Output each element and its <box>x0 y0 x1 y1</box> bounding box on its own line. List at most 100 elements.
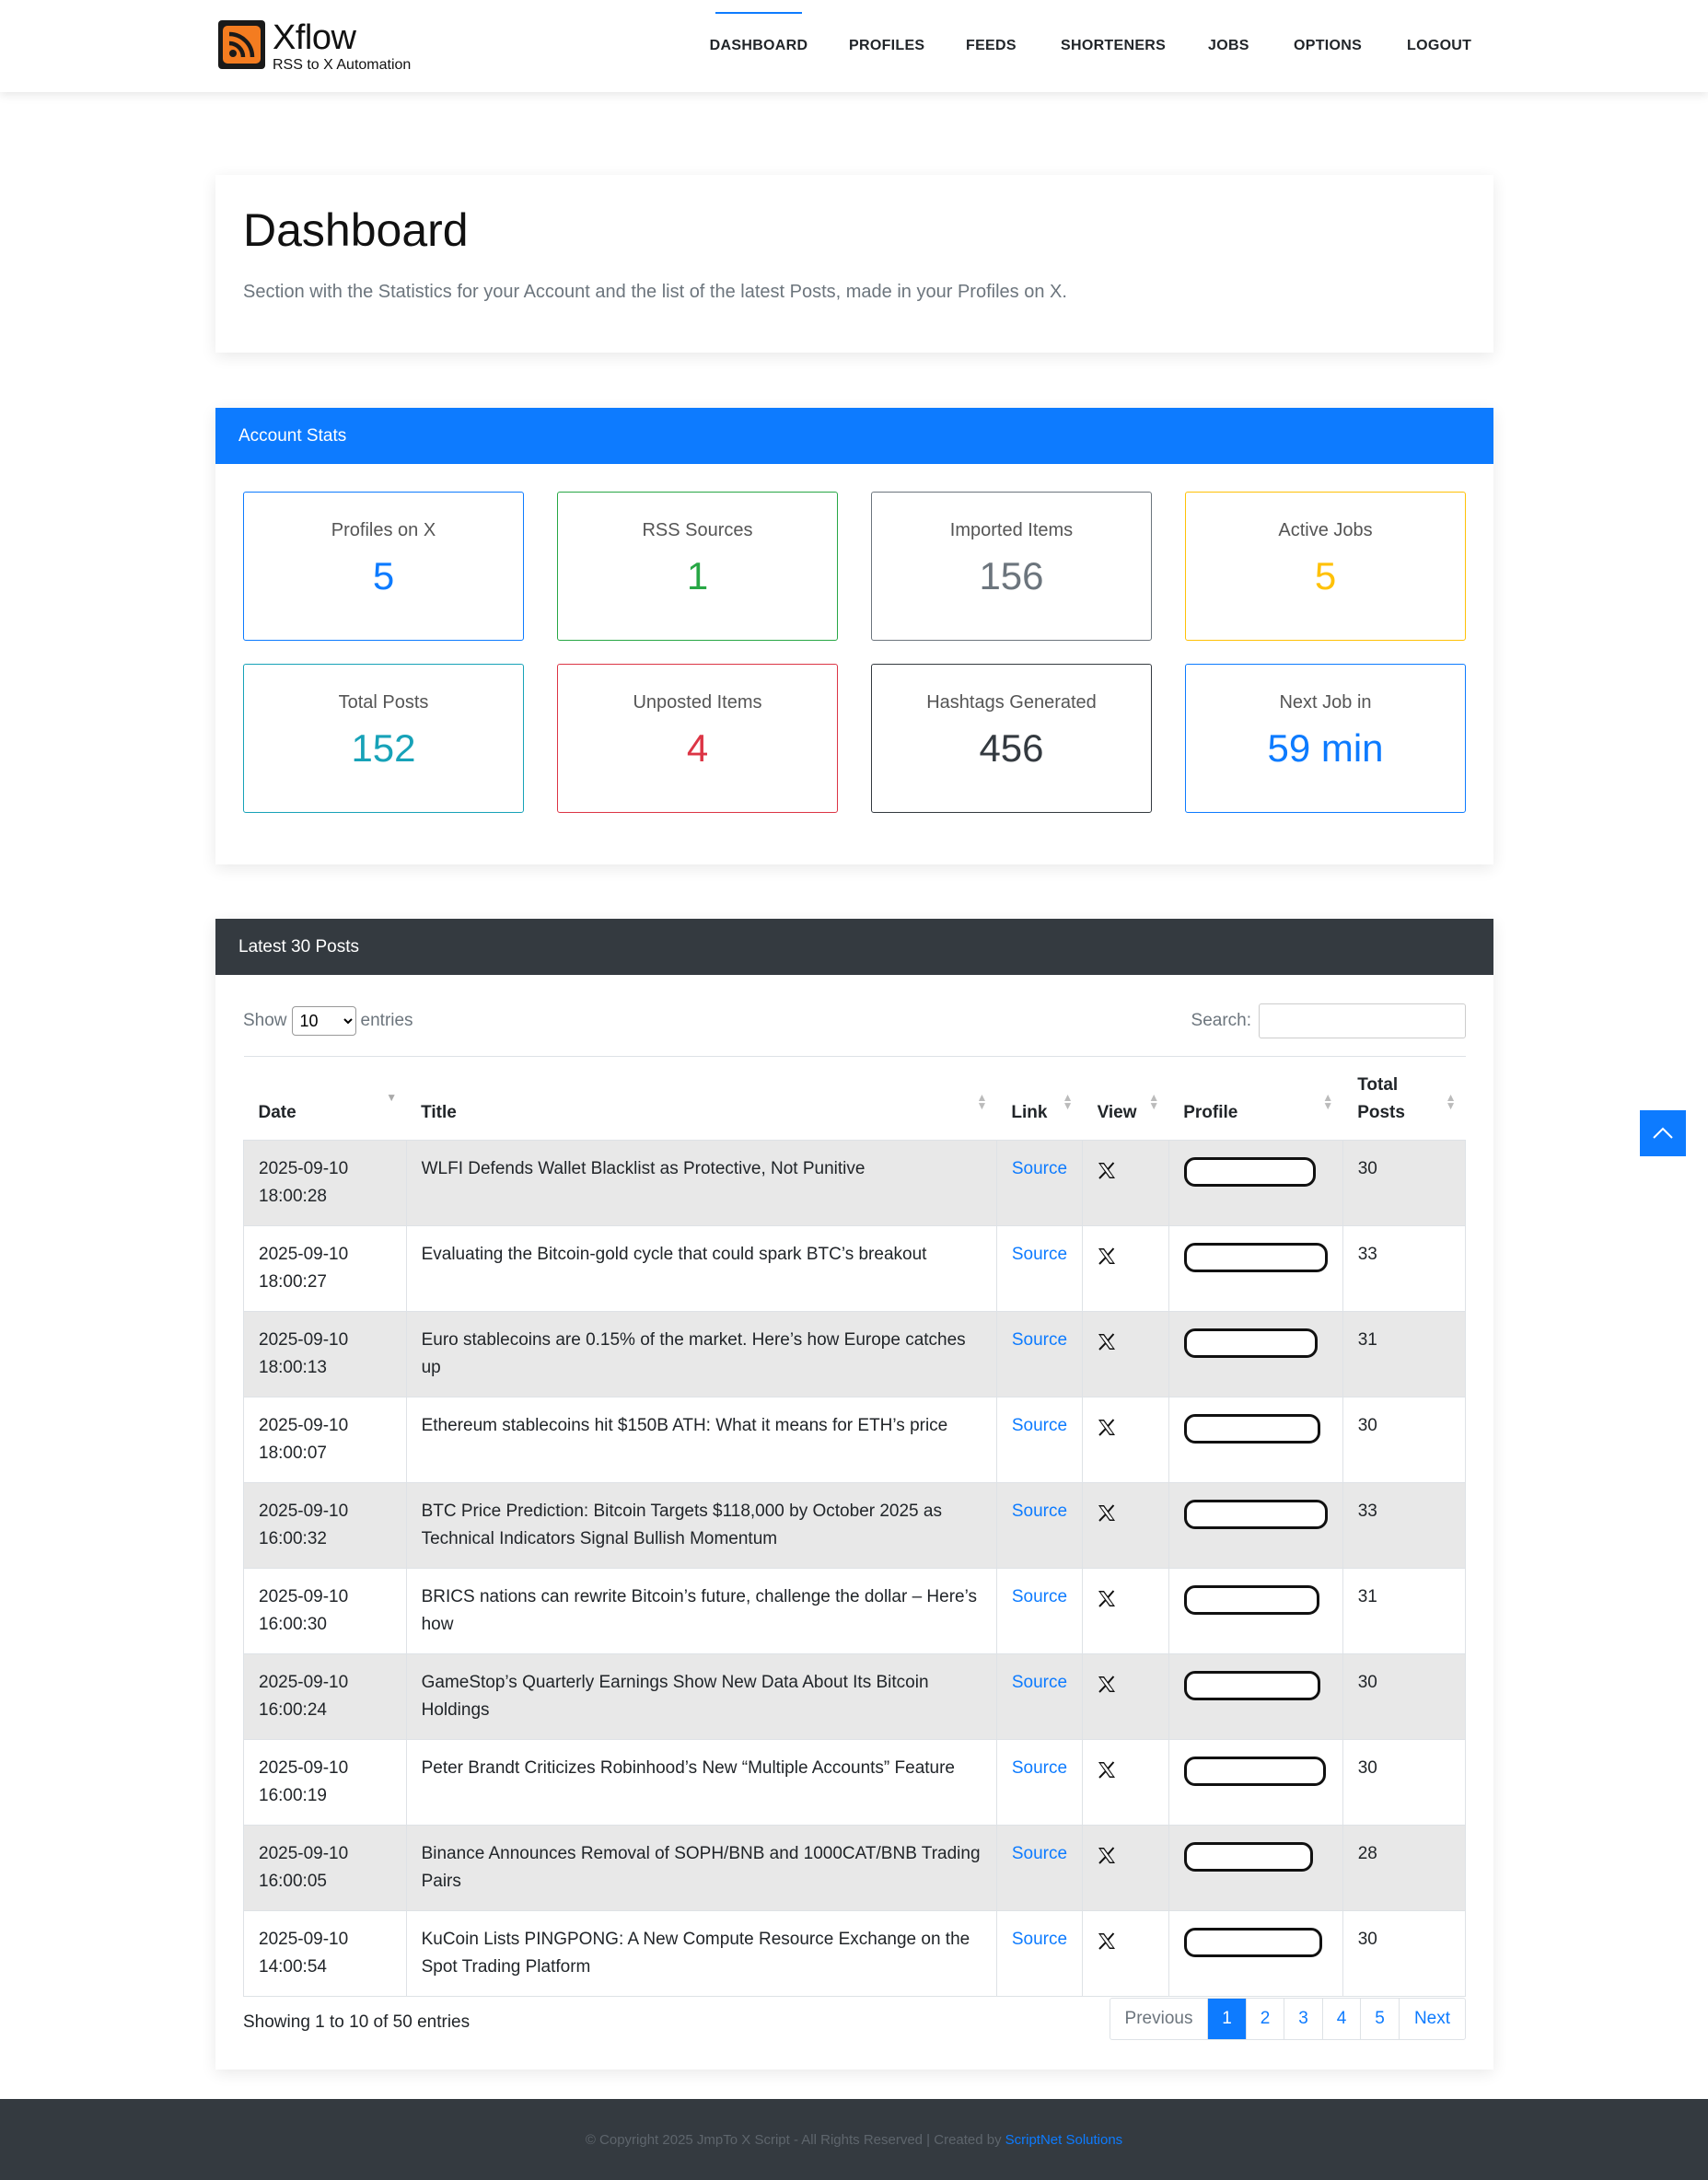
chevron-up-icon <box>1653 1127 1673 1139</box>
profile-avatar-redacted[interactable] <box>1183 1842 1313 1872</box>
profile-avatar-redacted[interactable] <box>1183 1757 1326 1786</box>
pagination-previous[interactable]: Previous <box>1110 1999 1207 2039</box>
search-input[interactable] <box>1259 1003 1466 1038</box>
nav-feeds[interactable]: FEEDS <box>966 0 1017 92</box>
nav-profiles[interactable]: PROFILES <box>849 0 924 92</box>
sort-arrows-icon: ▲ ▼ <box>1322 1091 1334 1112</box>
profile-avatar-redacted[interactable] <box>1183 1157 1316 1187</box>
cell-total-posts: 30 <box>1342 1140 1467 1226</box>
column-header-date[interactable]: Date ▼ <box>243 1056 407 1141</box>
post-date: 2025-09-10 <box>259 1416 349 1435</box>
x-logo-icon[interactable] <box>1098 1760 1116 1788</box>
nav-logout[interactable]: LOGOUT <box>1407 0 1471 92</box>
post-time: 16:00:05 <box>259 1872 327 1891</box>
nav-options[interactable]: OPTIONS <box>1294 0 1362 92</box>
cell-link: Source <box>995 1311 1083 1397</box>
source-link[interactable]: Source <box>1012 1502 1067 1521</box>
cell-profile <box>1168 1311 1343 1397</box>
post-time: 16:00:32 <box>259 1529 327 1548</box>
column-header-profile[interactable]: Profile ▲ ▼ <box>1168 1056 1343 1141</box>
x-logo-icon[interactable] <box>1098 1161 1116 1189</box>
x-logo-icon[interactable] <box>1098 1931 1116 1959</box>
source-link[interactable]: Source <box>1012 1844 1067 1863</box>
column-header-total-posts[interactable]: Total Posts ▲ ▼ <box>1342 1056 1466 1141</box>
table-row: 2025-09-10 16:00:24 GameStop’s Quarterly E… <box>243 1653 1467 1740</box>
brand[interactable]: Xflow RSS to X Automation <box>218 20 411 73</box>
source-link[interactable]: Source <box>1012 1587 1067 1606</box>
scroll-top-button[interactable] <box>1640 1110 1686 1156</box>
x-logo-icon[interactable] <box>1098 1332 1116 1360</box>
pagination-page-5[interactable]: 5 <box>1360 1999 1399 2039</box>
cell-link: Source <box>995 1739 1083 1826</box>
cell-link: Source <box>995 1825 1083 1911</box>
pagination-page-4[interactable]: 4 <box>1322 1999 1360 2039</box>
source-link[interactable]: Source <box>1012 1416 1067 1435</box>
x-logo-icon[interactable] <box>1098 1589 1116 1617</box>
profile-avatar-redacted[interactable] <box>1183 1928 1322 1957</box>
sort-arrows-icon: ▲ ▼ <box>1062 1091 1074 1112</box>
cell-link: Source <box>995 1225 1083 1312</box>
x-logo-icon[interactable] <box>1098 1418 1116 1445</box>
post-time: 18:00:28 <box>259 1187 327 1206</box>
profile-avatar-redacted[interactable] <box>1183 1500 1328 1529</box>
post-time: 16:00:19 <box>259 1786 327 1805</box>
stat-label: Imported Items <box>949 520 1074 540</box>
stat-label: Total Posts <box>338 692 429 713</box>
post-time: 16:00:24 <box>259 1700 327 1720</box>
source-link[interactable]: Source <box>1012 1758 1067 1778</box>
profile-avatar-redacted[interactable] <box>1183 1414 1320 1444</box>
cell-view <box>1082 1311 1169 1397</box>
pagination-next[interactable]: Next <box>1399 1999 1465 2039</box>
profile-avatar-redacted[interactable] <box>1183 1585 1319 1615</box>
source-link[interactable]: Source <box>1012 1673 1067 1692</box>
source-link[interactable]: Source <box>1012 1245 1067 1264</box>
source-link[interactable]: Source <box>1012 1330 1067 1350</box>
nav-shorteners[interactable]: SHORTENERS <box>1061 0 1166 92</box>
sort-arrows-icon: ▼ <box>386 1091 398 1104</box>
profile-avatar-redacted[interactable] <box>1183 1328 1318 1358</box>
page-length-select[interactable]: 10 <box>291 1006 356 1036</box>
cell-link: Source <box>995 1653 1083 1740</box>
stat-imported-items: Imported Items 156 <box>871 492 1152 641</box>
column-header-link[interactable]: Link ▲ ▼ <box>996 1056 1083 1141</box>
x-logo-icon[interactable] <box>1098 1675 1116 1702</box>
cell-date: 2025-09-10 18:00:07 <box>243 1397 407 1483</box>
creator-link[interactable]: ScriptNet Solutions <box>1005 2132 1123 2148</box>
post-time: 18:00:13 <box>259 1358 327 1377</box>
x-logo-icon[interactable] <box>1098 1846 1116 1873</box>
stat-hashtags-generated: Hashtags Generated 456 <box>871 664 1152 813</box>
sort-arrows-icon: ▲ ▼ <box>1148 1091 1160 1112</box>
page-length-control: Show 10 entries <box>243 1004 413 1038</box>
profile-avatar-redacted[interactable] <box>1183 1243 1328 1272</box>
account-stats-header: Account Stats <box>215 408 1493 464</box>
source-link[interactable]: Source <box>1012 1159 1067 1178</box>
table-info: Showing 1 to 10 of 50 entries <box>243 2012 471 2032</box>
cell-date: 2025-09-10 16:00:32 <box>243 1482 407 1569</box>
profile-avatar-redacted[interactable] <box>1183 1671 1320 1700</box>
nav-dashboard[interactable]: DASHBOARD <box>710 0 808 92</box>
cell-profile <box>1168 1568 1343 1654</box>
cell-link: Source <box>995 1568 1083 1654</box>
stat-rss-sources: RSS Sources 1 <box>557 492 838 641</box>
cell-profile <box>1168 1739 1343 1826</box>
pagination-page-3[interactable]: 3 <box>1284 1999 1322 2039</box>
cell-view <box>1082 1739 1169 1826</box>
cell-link: Source <box>995 1482 1083 1569</box>
x-logo-icon[interactable] <box>1098 1247 1116 1274</box>
post-date: 2025-09-10 <box>259 1587 349 1606</box>
pagination-page-2[interactable]: 2 <box>1246 1999 1284 2039</box>
cell-total-posts: 30 <box>1342 1397 1467 1483</box>
show-label: Show <box>243 1011 287 1030</box>
cell-date: 2025-09-10 16:00:24 <box>243 1653 407 1740</box>
x-logo-icon[interactable] <box>1098 1503 1116 1531</box>
cell-profile <box>1168 1910 1343 1997</box>
page-title: Dashboard <box>243 204 469 256</box>
post-time: 18:00:27 <box>259 1272 327 1292</box>
stat-next-job: Next Job in 59 min <box>1185 664 1466 813</box>
source-link[interactable]: Source <box>1012 1930 1067 1949</box>
nav-jobs[interactable]: JOBS <box>1208 0 1249 92</box>
column-header-title[interactable]: Title ▲ ▼ <box>406 1056 997 1141</box>
pagination-page-1[interactable]: 1 <box>1207 1999 1246 2039</box>
column-header-view[interactable]: View ▲ ▼ <box>1082 1056 1169 1141</box>
cell-total-posts: 30 <box>1342 1739 1467 1826</box>
